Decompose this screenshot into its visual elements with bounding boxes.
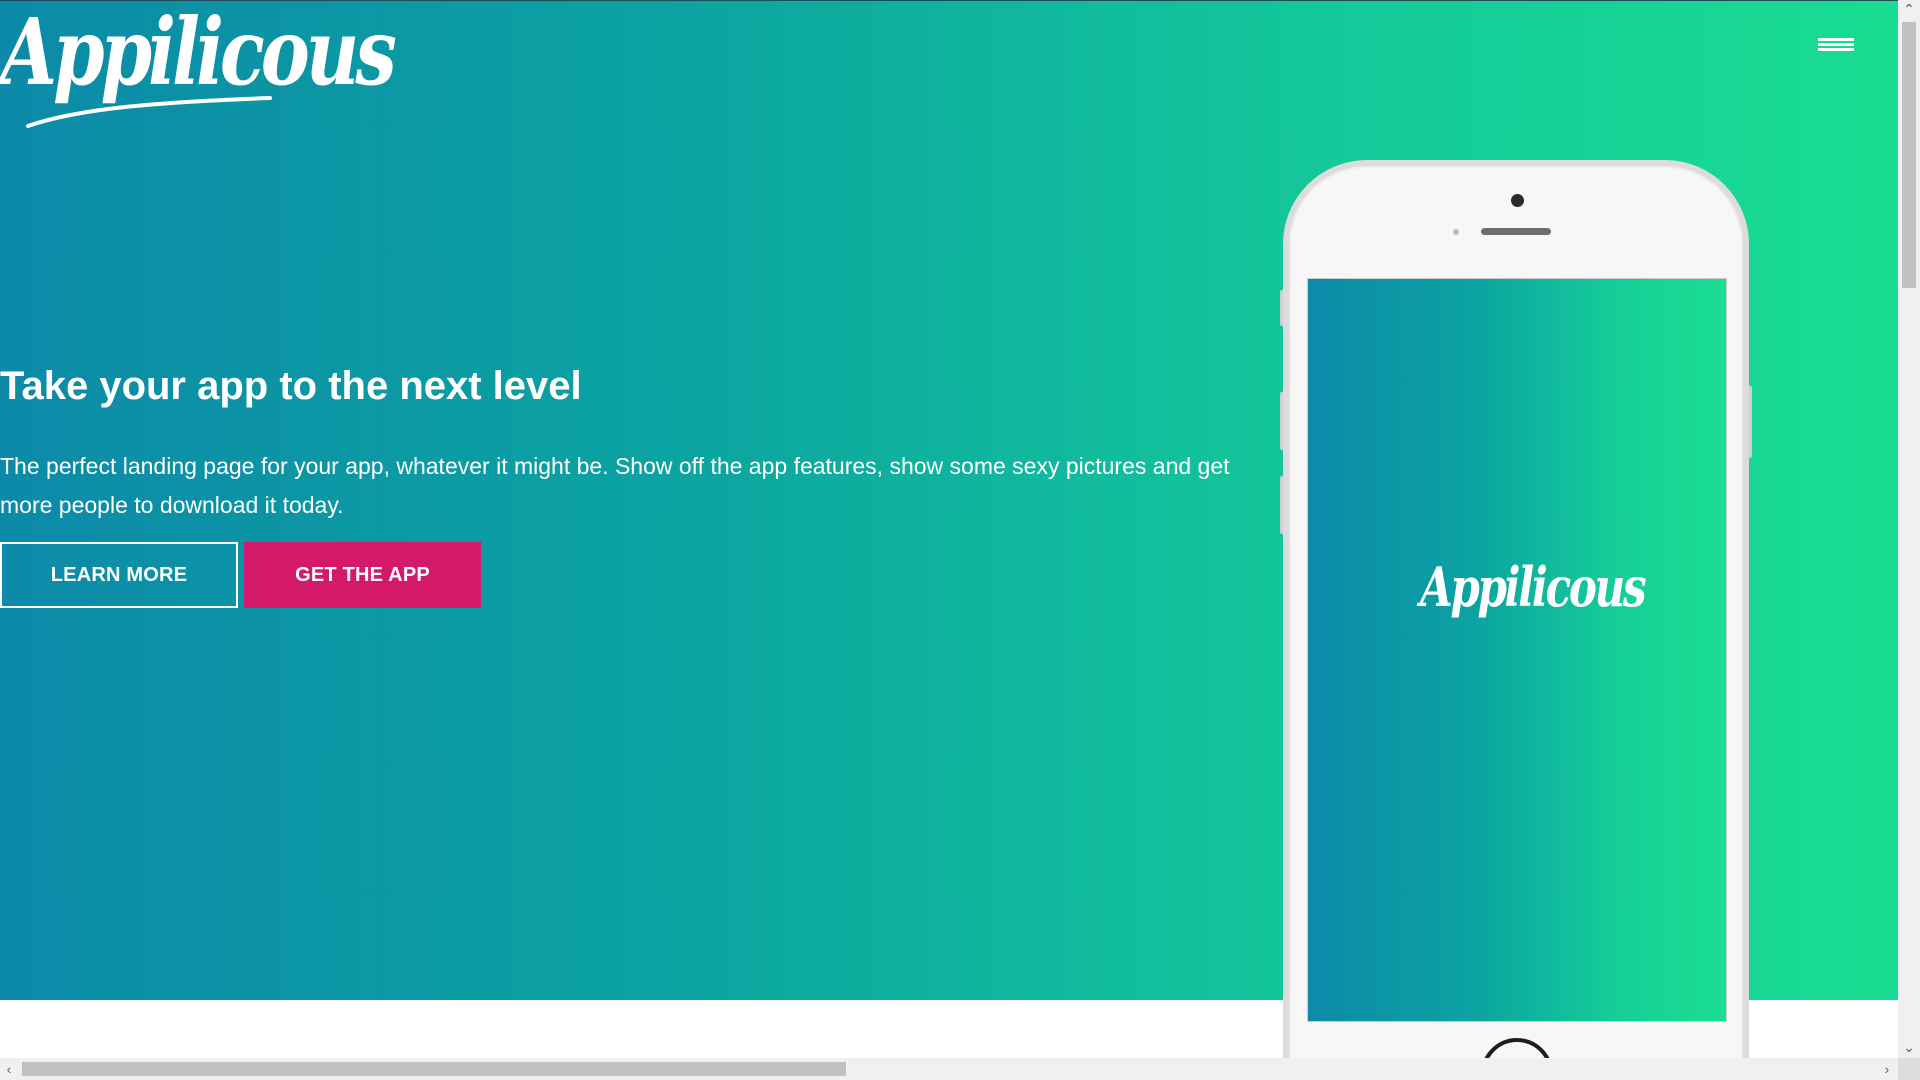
phone-screen-logo: Appilicous: [1420, 555, 1647, 619]
phone-sensor: [1453, 229, 1459, 235]
scrollbar-corner: [1898, 1058, 1920, 1080]
phone-screen: Appilicous: [1307, 278, 1727, 1022]
chevron-right-icon[interactable]: ›: [1880, 1062, 1894, 1076]
vertical-scroll-thumb[interactable]: [1902, 22, 1916, 288]
phone-camera: [1511, 194, 1524, 207]
hamburger-menu-icon[interactable]: [1812, 30, 1860, 60]
page-viewport: Appilicous Take your app to the next lev…: [0, 0, 1898, 1058]
logo-swash-graphic: [26, 96, 272, 128]
learn-more-button[interactable]: LEARN MORE: [0, 542, 238, 608]
chevron-up-icon[interactable]: ⌃: [1898, 2, 1920, 16]
vertical-scrollbar[interactable]: ⌃ ⌄: [1898, 0, 1920, 1058]
get-the-app-button[interactable]: GET THE APP: [244, 542, 481, 608]
hero-headline: Take your app to the next level: [0, 364, 582, 408]
hero-description: The perfect landing page for your app, w…: [0, 453, 1230, 518]
horizontal-scroll-thumb[interactable]: [22, 1062, 846, 1076]
horizontal-scrollbar[interactable]: ‹ ›: [0, 1058, 1898, 1080]
phone-speaker: [1481, 228, 1551, 235]
chevron-left-icon[interactable]: ‹: [2, 1062, 16, 1076]
chevron-down-icon[interactable]: ⌄: [1898, 1040, 1920, 1054]
